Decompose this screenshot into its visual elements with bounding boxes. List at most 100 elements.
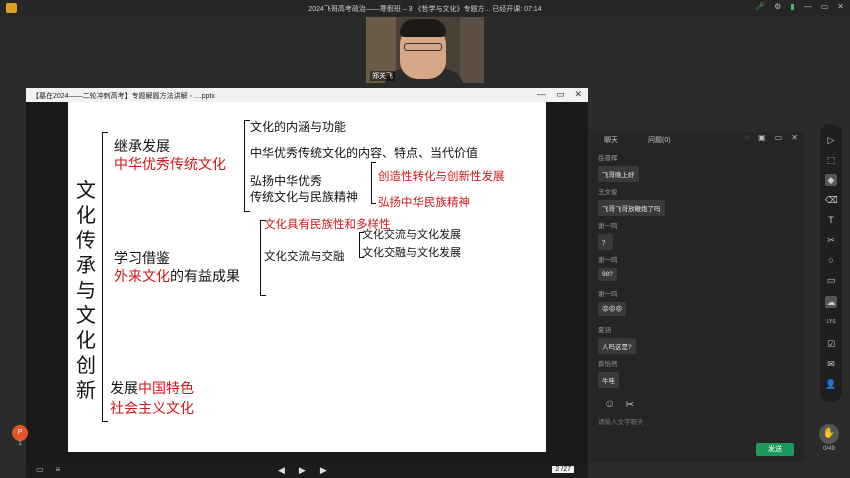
popout-icon[interactable]: ▣: [758, 133, 766, 142]
top-bar: 2024飞哥高考政治——寒假班 – 3 《哲学与文化》专题方... 已经开课: …: [0, 0, 850, 16]
message-tool-icon[interactable]: ✉: [825, 358, 837, 370]
chat-user: 谢一鸣: [598, 257, 618, 264]
check-tool-icon[interactable]: ☑: [825, 338, 837, 350]
tab-chat[interactable]: 聊天: [604, 135, 618, 145]
chat-close-icon[interactable]: ✕: [791, 133, 798, 142]
ppt-file-count: 1: [18, 441, 22, 447]
chat-input[interactable]: 请输入文字聊天: [598, 416, 644, 426]
branch2-sub2-b: 文化交融与文化发展: [362, 246, 461, 259]
chat-bubble-icon[interactable]: ◌: [744, 133, 749, 142]
text-tool-icon[interactable]: T: [825, 214, 837, 226]
lys-tool-icon[interactable]: LYS: [825, 316, 837, 328]
chat-message: 王文俊 飞哥飞哥放鞭炮了吗: [598, 186, 665, 216]
vtitle-char: 与: [76, 278, 96, 302]
notes-icon[interactable]: ≡: [56, 465, 61, 474]
chat-user: 谢一鸣: [598, 291, 618, 298]
mouse-cursor-icon: ➤: [531, 336, 540, 347]
chat-bubble: 98?: [598, 268, 617, 281]
minimize-icon[interactable]: —: [804, 2, 812, 11]
branch2-sub2: 文化交流与交融: [264, 249, 345, 263]
send-button[interactable]: 发送: [756, 443, 794, 456]
ppt-titlebar: 【墓在2024——二轮冲刺高考】专题解题方法讲解 ◦ ....pptx — ▭ …: [26, 88, 588, 102]
chat-bubble: 牛哇: [598, 372, 619, 388]
branch1-sub1: 文化的内涵与功能: [250, 120, 347, 134]
branch2-line2: 外来文化的有益成果: [114, 266, 240, 286]
pen-tool-icon[interactable]: ◆: [825, 174, 837, 186]
vtitle-char: 化: [76, 328, 96, 352]
branch1-sub3-a: 创造性转化与创新性发展: [378, 169, 505, 183]
branch1-sub2: 中华优秀传统文化的内容、特点、当代价值: [250, 146, 479, 160]
chat-message: 谢一鸣 98?: [598, 254, 618, 281]
branch1-line1: 继承发展: [114, 139, 170, 155]
vtitle-char: 传: [76, 228, 96, 252]
chat-user: 夏涵: [598, 327, 611, 334]
chat-header: 聊天 问题(0) ◌ ▣ ▭ ✕: [590, 132, 804, 146]
cut-tool-icon[interactable]: ✂: [825, 234, 837, 246]
emoji-icon[interactable]: ☺: [604, 398, 615, 411]
board-tool-icon[interactable]: ▭: [825, 274, 837, 286]
close-icon[interactable]: ✕: [837, 2, 844, 11]
chat-message: 岳晋辉 飞哥晚上好: [598, 152, 639, 182]
ppt-close-button[interactable]: ✕: [574, 89, 582, 100]
eraser-tool-icon[interactable]: ⌫: [825, 194, 838, 206]
next-slide-icon[interactable]: ▶: [320, 465, 327, 476]
vtitle-char: 新: [76, 378, 96, 402]
branch3-line1: 发展中国特色: [110, 378, 194, 398]
hand-icon[interactable]: ✋: [819, 424, 839, 444]
play-icon[interactable]: ▶: [299, 465, 306, 476]
branch1-line2: 中华优秀传统文化: [114, 157, 226, 173]
cloud-tool-icon[interactable]: ☁: [825, 296, 837, 308]
hand-count: 0/49: [823, 446, 835, 452]
slide: 文 化 传 承 与 文 化 创 新 继承发展 中华优秀传统文化 文化的内涵与功能…: [68, 102, 546, 452]
branch1-sub3-b: 弘扬中华民族精神: [378, 195, 470, 209]
branch3-line1-red: 中国特色: [138, 381, 194, 397]
scissors-icon[interactable]: ✂: [625, 398, 634, 411]
slide-vertical-title: 文 化 传 承 与 文 化 创 新: [74, 178, 98, 403]
ppt-bottom-bar: ▭ ≡ ◀ ▶ ▶ 2 /27: [26, 464, 588, 478]
users-tool-icon[interactable]: 👤: [825, 378, 837, 390]
branch2-line2-rest: 的有益成果: [170, 269, 240, 285]
top-controls: 🎤︎ ⚙ ▮ — ▭ ✕: [755, 2, 844, 11]
chat-message: 谢一鸣 😡😡😡: [598, 288, 627, 316]
chat-message: 谢一鸣 ？: [598, 220, 618, 250]
settings-icon[interactable]: ⚙: [774, 2, 781, 11]
vtitle-char: 文: [76, 303, 96, 327]
chat-bubble: 飞哥飞哥放鞭炮了吗: [598, 200, 665, 216]
ppt-maximize-button[interactable]: ▭: [556, 89, 565, 100]
maximize-icon[interactable]: ▭: [821, 2, 829, 11]
pointer-tool-icon[interactable]: ▷: [825, 134, 837, 146]
tab-questions[interactable]: 问题(0): [648, 135, 671, 145]
mic-icon[interactable]: 🎤︎: [755, 2, 765, 11]
select-tool-icon[interactable]: ⬚: [825, 154, 837, 166]
chat-user: 谢一鸣: [598, 223, 618, 230]
chat-user: 岳晋辉: [598, 155, 618, 162]
ppt-minimize-button[interactable]: —: [537, 89, 546, 100]
shape-tool-icon[interactable]: ○: [825, 254, 837, 266]
ppt-thumb[interactable]: P 1: [10, 425, 30, 449]
vtitle-char: 文: [76, 178, 96, 202]
vtitle-char: 承: [76, 253, 96, 277]
prev-slide-icon[interactable]: ◀: [278, 465, 285, 476]
slide-panel-icon[interactable]: ▭: [36, 465, 44, 474]
raise-hand[interactable]: ✋ 0/49: [816, 424, 842, 454]
chat-tools: ☺ ✂: [604, 398, 634, 411]
ppt-window[interactable]: 【墓在2024——二轮冲刺高考】专题解题方法讲解 ◦ ....pptx — ▭ …: [26, 88, 588, 478]
page-indicator[interactable]: 2 /27: [552, 466, 574, 473]
chat-bubble: 😡😡😡: [598, 302, 627, 316]
chat-menu-icon[interactable]: ▭: [775, 133, 783, 142]
branch1-sub3-brace: [371, 162, 376, 204]
chat-panel: 聊天 问题(0) ◌ ▣ ▭ ✕ 岳晋辉 飞哥晚上好 王文俊 飞哥飞哥放鞭炮了吗 谢…: [590, 132, 804, 462]
teacher-glasses: [404, 43, 442, 51]
teacher-hair: [400, 19, 446, 37]
branch3-line2: 社会主义文化: [110, 401, 194, 417]
teacher-camera: 郑关飞: [366, 17, 484, 83]
branch3-line1-a: 发展: [110, 381, 138, 397]
ppt-file-icon[interactable]: P: [12, 425, 28, 441]
right-toolbar: ▷ ⬚ ◆ ⌫ T ✂ ○ ▭ ☁ LYS ☑ ✉ 👤: [820, 124, 842, 402]
chat-message: 夏涵 人吗这是?: [598, 324, 636, 354]
branch2-line2-red: 外来文化: [114, 269, 170, 285]
signal-icon: ▮: [790, 2, 795, 11]
chat-user: 蔡怡然: [598, 361, 618, 368]
chat-bubble: ？: [598, 234, 613, 250]
branch1-sub3-line2: 传统文化与民族精神: [250, 190, 359, 204]
